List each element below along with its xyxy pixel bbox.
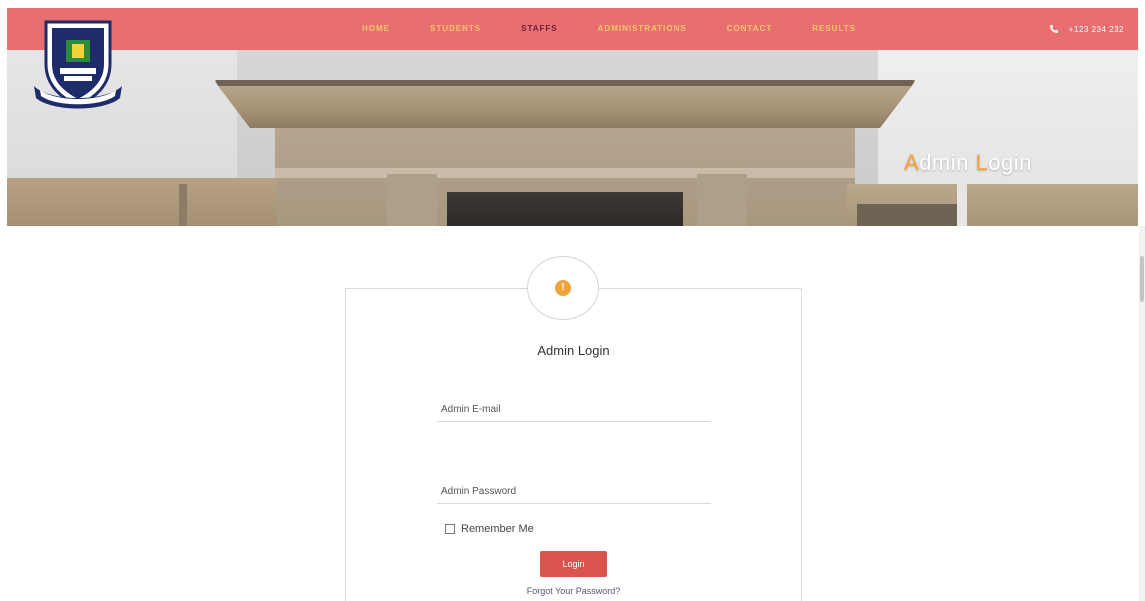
banner-canopy-edge — [215, 80, 915, 86]
banner-building-right-window — [857, 204, 957, 226]
phone-number: +123 234 232 — [1068, 24, 1124, 34]
nav-phone[interactable]: +123 234 232 — [1049, 8, 1124, 50]
banner-building-right-column — [957, 184, 967, 226]
password-field[interactable] — [437, 484, 711, 504]
page-title-part-2: ogin — [988, 150, 1032, 175]
login-button[interactable]: Login — [540, 551, 607, 577]
page-title-part-1: dmin — [919, 150, 976, 175]
page-title-accent-l: L — [975, 150, 989, 175]
banner-pillar-right — [697, 174, 747, 226]
page-scrollbar-thumb[interactable] — [1140, 256, 1144, 302]
banner-facade-band — [275, 168, 855, 178]
nav-item-staffs[interactable]: STAFFS — [501, 8, 578, 50]
email-field[interactable] — [437, 402, 711, 422]
banner-building-left-column — [179, 184, 187, 226]
remember-me[interactable]: Remember Me — [445, 523, 534, 535]
banner-pillar-left — [387, 174, 437, 226]
nav-item-home[interactable]: HOME — [342, 8, 410, 50]
nav-item-students[interactable]: STUDENTS — [410, 8, 501, 50]
banner-entrance — [447, 192, 683, 226]
remember-me-checkbox[interactable] — [445, 524, 455, 534]
page-title: Admin Login — [904, 150, 1032, 176]
nav-item-contact[interactable]: CONTACT — [707, 8, 793, 50]
top-navbar: HOME STUDENTS STAFFS ADMINISTRATIONS CON… — [7, 8, 1138, 50]
nav-item-administrations[interactable]: ADMINISTRATIONS — [578, 8, 707, 50]
banner-building-left — [7, 178, 277, 226]
banner-canopy — [215, 82, 915, 128]
page-title-accent-a: A — [904, 150, 920, 175]
nav-item-results[interactable]: RESULTS — [792, 8, 876, 50]
phone-icon — [1049, 25, 1058, 33]
school-crest-logo[interactable] — [30, 14, 126, 118]
main-menu: HOME STUDENTS STAFFS ADMINISTRATIONS CON… — [342, 8, 876, 50]
forgot-password-link[interactable]: Forgot Your Password? — [345, 586, 802, 596]
remember-me-label: Remember Me — [461, 523, 534, 535]
info-icon: ! — [555, 280, 571, 296]
login-title: Admin Login — [537, 343, 610, 358]
login-badge: ! — [527, 256, 599, 320]
